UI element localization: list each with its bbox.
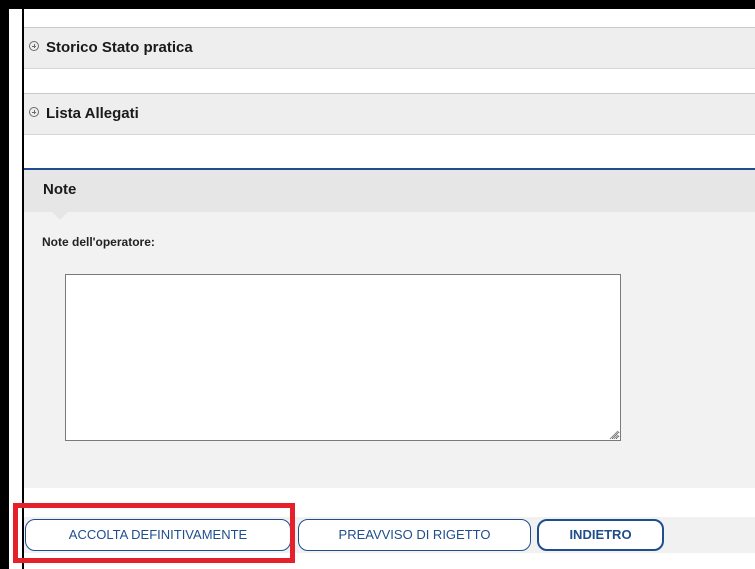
expand-circle-icon [29,41,39,51]
note-title: Note [43,181,77,198]
expand-circle-icon [29,107,39,117]
preavviso-di-rigetto-button[interactable]: PREAVVISO DI RIGETTO [298,519,531,551]
accolta-definitivamente-button[interactable]: ACCOLTA DEFINITIVAMENTE [25,519,291,551]
note-header: Note [24,170,755,220]
window-border-top [0,0,755,9]
window-border-left [0,0,9,569]
page: Storico Stato pratica Lista Allegati Not… [0,0,755,569]
header-pointer [52,212,68,220]
note-operatore-textarea[interactable] [65,274,621,441]
note-section: Note Note dell'operatore: [24,168,755,488]
accordion-lista-allegati[interactable]: Lista Allegati [24,93,755,135]
accordion-label: Lista Allegati [46,105,139,122]
accordion-storico-stato-pratica[interactable]: Storico Stato pratica [24,27,755,69]
indietro-button[interactable]: INDIETRO [537,519,664,551]
accordion-label: Storico Stato pratica [46,39,193,56]
note-operatore-label: Note dell'operatore: [42,235,155,249]
